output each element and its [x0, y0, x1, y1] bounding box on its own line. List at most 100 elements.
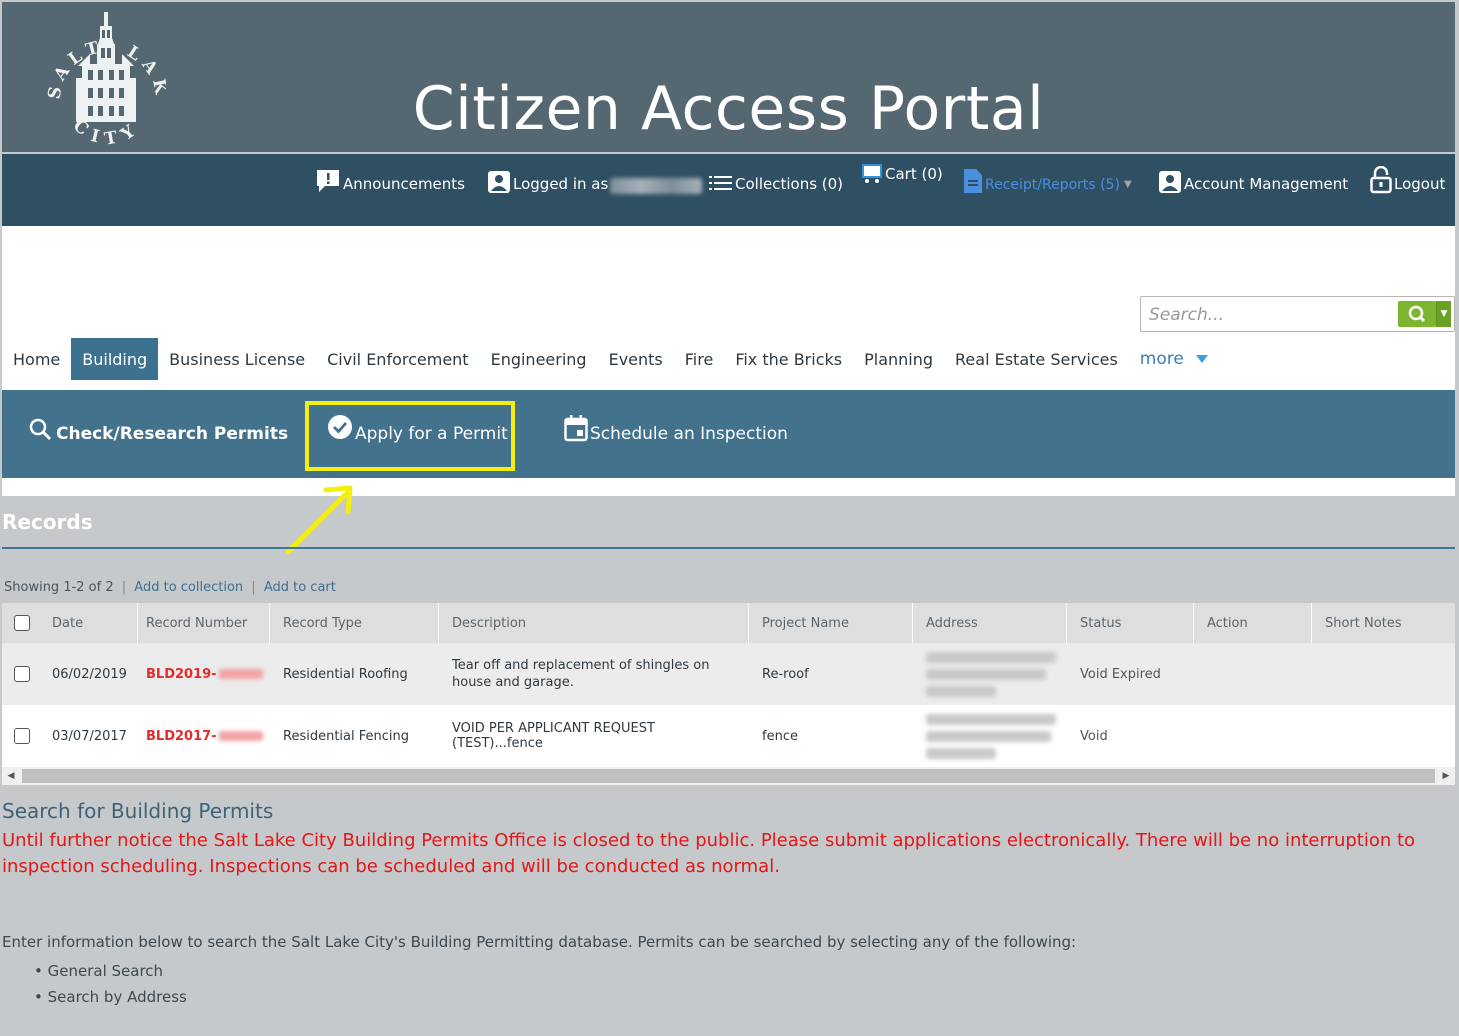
record-number-link[interactable]: BLD2019- [146, 667, 217, 682]
tab-fix-the-bricks[interactable]: Fix the Bricks [724, 338, 853, 380]
scrollbar-thumb[interactable] [22, 769, 1435, 783]
cart-link[interactable]: Cart (0) [861, 144, 943, 184]
check-research-permits-link[interactable]: Check/Research Permits [28, 390, 288, 478]
collections-label: Collections (0) [735, 175, 844, 193]
row-checkbox[interactable] [14, 666, 30, 682]
list-item: • General Search [34, 962, 164, 980]
row-description: Tear off and replacement of shingles on … [452, 658, 710, 690]
col-record-type[interactable]: Record Type [283, 603, 362, 643]
utility-nav-bar: Announcements Logged in as Collections (… [2, 154, 1455, 226]
search-input[interactable] [1147, 302, 1391, 328]
header-banner: SALT LAKE CITY Citizen Access Portal [2, 2, 1455, 152]
col-short-notes: Short Notes [1325, 615, 1402, 631]
search-options-list: • General Search • Search by Address [34, 958, 187, 1010]
username-redacted [610, 178, 703, 194]
user-icon [488, 171, 510, 193]
col-record-number[interactable]: Record Number [146, 603, 247, 643]
table-horizontal-scrollbar[interactable]: ◀ ▶ [2, 767, 1455, 785]
tab-real-estate-services[interactable]: Real Estate Services [944, 338, 1129, 380]
chevron-down-icon: ▼ [1124, 179, 1132, 190]
row-address-redacted [926, 643, 1056, 705]
highlight-box [305, 401, 515, 471]
caret-down-icon [1195, 355, 1208, 363]
scroll-left-icon[interactable]: ◀ [2, 767, 20, 785]
tab-more-label: more [1139, 349, 1184, 369]
tab-building[interactable]: Building [71, 338, 159, 380]
row-checkbox[interactable] [14, 728, 30, 744]
account-management-link[interactable]: Account Management [1158, 154, 1348, 194]
row-description: VOID PER APPLICANT REQUEST (TEST)...fenc… [452, 721, 655, 751]
row-date: 06/02/2019 [52, 666, 127, 682]
row-status: Void [1080, 728, 1108, 744]
announcements-link[interactable]: Announcements [315, 154, 465, 194]
logged-in-indicator: Logged in as [487, 154, 703, 194]
building-sub-nav: Check/Research Permits Apply for a Permi… [2, 390, 1455, 478]
tab-planning[interactable]: Planning [853, 338, 944, 380]
sub-nav-bottom-strip [2, 478, 1455, 496]
search-options-dropdown[interactable]: ▼ [1436, 301, 1451, 327]
receipts-label: Receipt/Reports (5) [985, 177, 1120, 193]
row-record-type: Residential Fencing [283, 728, 409, 744]
row-record-number[interactable]: BLD2019- [146, 643, 263, 705]
tab-home[interactable]: Home [2, 338, 71, 380]
account-label: Account Management [1184, 175, 1349, 193]
tab-business-license[interactable]: Business License [158, 338, 316, 380]
magnifier-icon [29, 418, 52, 441]
search-button[interactable] [1398, 301, 1436, 327]
select-all-checkbox[interactable] [14, 615, 30, 631]
page: SALT LAKE CITY Citizen Access Portal Ann… [0, 0, 1459, 1036]
records-divider [2, 547, 1455, 549]
cart-icon [862, 164, 882, 183]
row-project-name: Re-roof [762, 666, 809, 682]
row-address-redacted [926, 705, 1056, 767]
tab-events[interactable]: Events [598, 338, 674, 380]
row-status: Void Expired [1080, 666, 1161, 682]
logged-in-label: Logged in as [513, 175, 609, 193]
search-permits-heading: Search for Building Permits [2, 799, 274, 823]
records-heading: Records [2, 510, 93, 534]
add-to-cart-link[interactable]: Add to cart [264, 580, 336, 595]
table-header: Date Record Number Record Type Descripti… [2, 603, 1455, 643]
tab-engineering[interactable]: Engineering [480, 338, 598, 380]
schedule-inspection-link[interactable]: Schedule an Inspection [564, 390, 788, 478]
row-project-name: fence [762, 728, 798, 744]
cart-label: Cart (0) [885, 165, 943, 183]
tab-fire[interactable]: Fire [674, 338, 725, 380]
add-to-collection-link[interactable]: Add to collection [134, 580, 243, 595]
announcements-label: Announcements [343, 175, 465, 193]
document-icon [964, 169, 982, 193]
col-project-name[interactable]: Project Name [762, 603, 849, 643]
col-date[interactable]: Date [52, 603, 83, 643]
table-row: 03/07/2017 BLD2017- Residential Fencing … [2, 705, 1455, 767]
table-row: 06/02/2019 BLD2019- Residential Roofing … [2, 643, 1455, 705]
search-icon [1408, 305, 1426, 323]
record-number-link[interactable]: BLD2017- [146, 729, 217, 744]
portal-title: Citizen Access Portal [412, 74, 1045, 144]
receipts-reports-menu[interactable]: Receipt/Reports (5) ▼ [963, 154, 1132, 194]
main-module-tabs: Home Building Business License Civil Enf… [2, 338, 1219, 390]
calendar-icon [564, 415, 588, 442]
account-user-icon [1159, 171, 1181, 193]
tab-more[interactable]: more [1129, 338, 1219, 380]
records-toolbar: Showing 1-2 of 2 | Add to collection | A… [4, 580, 336, 595]
col-status[interactable]: Status [1080, 603, 1121, 643]
check-research-label: Check/Research Permits [56, 424, 289, 444]
col-description[interactable]: Description [452, 603, 526, 643]
col-action: Action [1207, 615, 1248, 631]
row-record-number[interactable]: BLD2017- [146, 705, 263, 767]
list-item: • Search by Address [34, 988, 187, 1006]
row-date: 03/07/2017 [52, 728, 127, 744]
scroll-right-icon[interactable]: ▶ [1437, 767, 1455, 785]
records-table: Date Record Number Record Type Descripti… [2, 603, 1455, 767]
row-record-type: Residential Roofing [283, 666, 408, 682]
search-intro-text: Enter information below to search the Sa… [2, 933, 1077, 951]
tab-civil-enforcement[interactable]: Civil Enforcement [316, 338, 479, 380]
showing-count: Showing 1-2 of 2 [4, 580, 114, 595]
select-all-cell [14, 603, 30, 643]
global-search: ▼ [1140, 296, 1455, 332]
logout-link[interactable]: Logout [1370, 154, 1445, 194]
list-icon [709, 176, 732, 190]
office-closure-notice: Until further notice the Salt Lake City … [2, 830, 1416, 877]
collections-link[interactable]: Collections (0) [709, 154, 843, 194]
col-address[interactable]: Address [926, 603, 978, 643]
